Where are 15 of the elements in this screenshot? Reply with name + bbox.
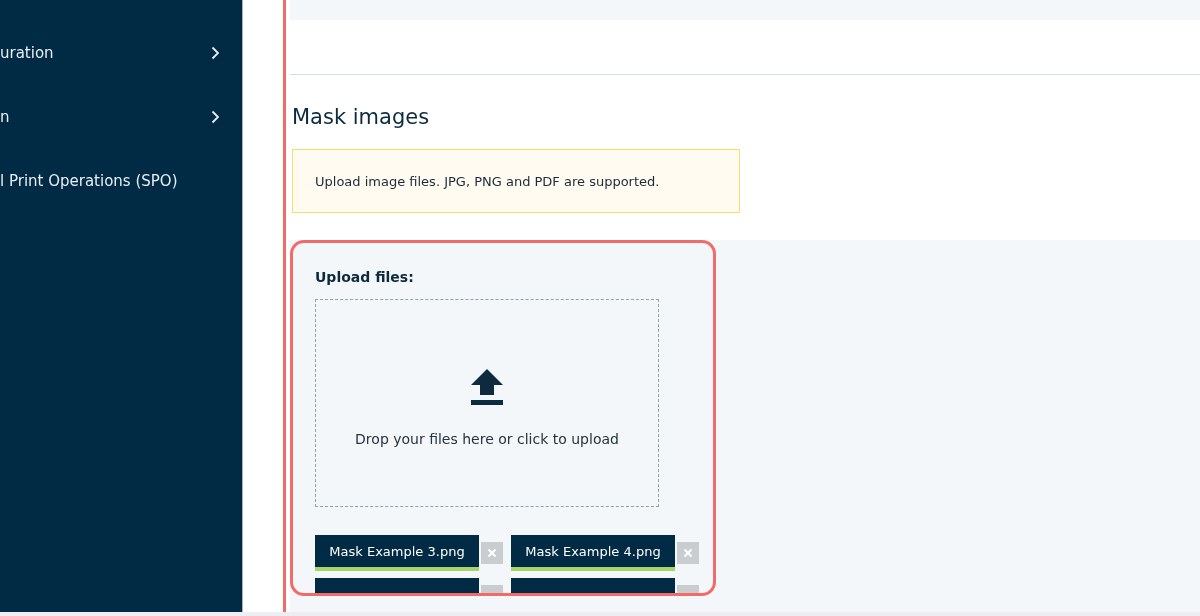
file-chip: Mask Example 3.png	[315, 535, 479, 571]
remove-button[interactable]	[677, 542, 699, 564]
drop-zone-text: Drop your files here or click to upload	[355, 431, 619, 447]
upload-label: Upload files:	[315, 269, 415, 285]
close-icon	[683, 548, 693, 558]
sidebar-item[interactable]: n	[0, 108, 10, 126]
file-chip: Mask Example 4.png	[511, 535, 675, 571]
section-title: Mask images	[292, 105, 431, 129]
drop-zone[interactable]: Drop your files here or click to upload	[315, 299, 659, 507]
upload-icon	[471, 369, 503, 405]
remove-button[interactable]	[481, 542, 503, 564]
sidebar-item[interactable]: uration	[0, 44, 54, 62]
sidebar-item[interactable]: l Print Operations (SPO)	[0, 172, 178, 190]
close-icon	[487, 548, 497, 558]
info-notice: Upload image files. JPG, PNG and PDF are supported.	[292, 149, 740, 213]
